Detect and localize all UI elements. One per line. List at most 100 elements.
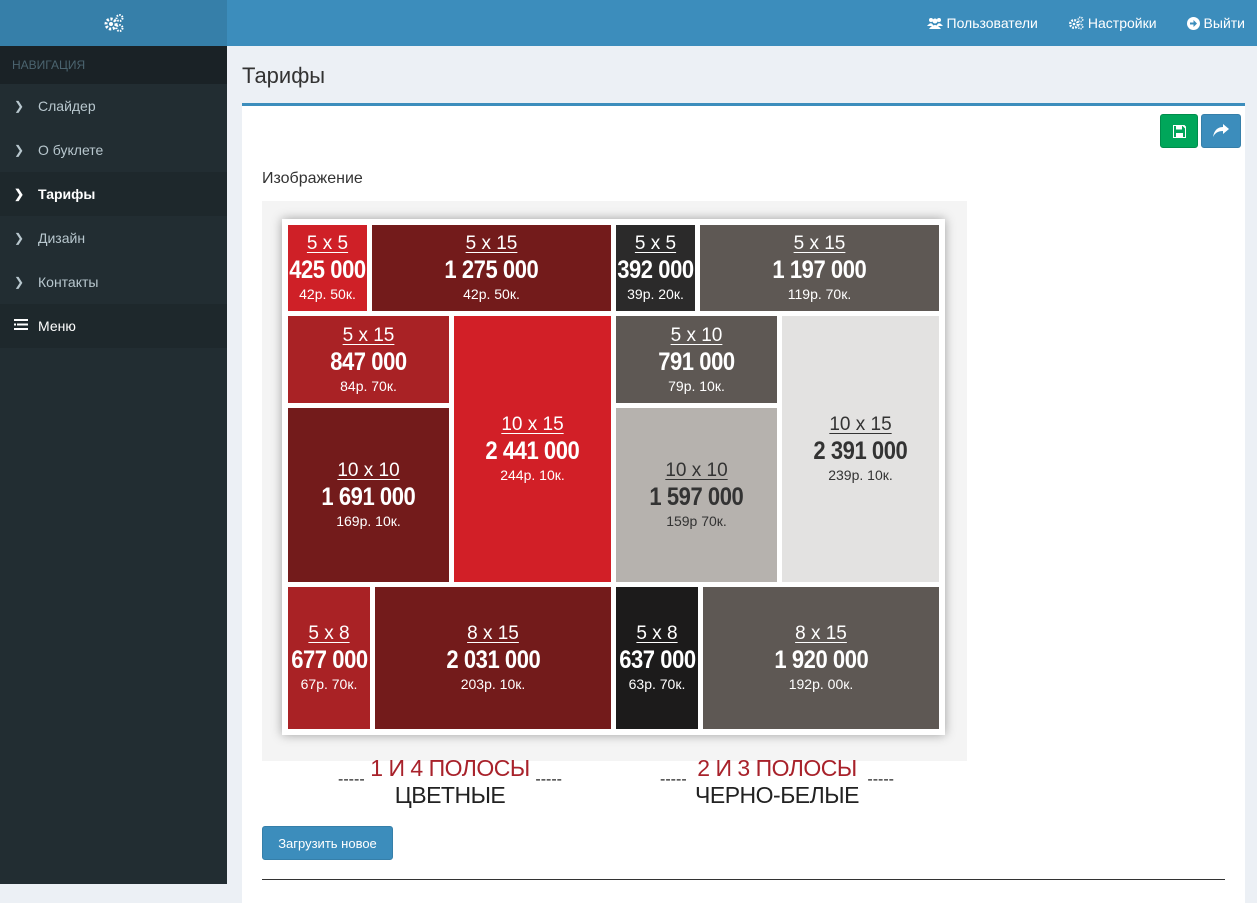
sidebar-item-label: Контакты [38, 274, 99, 290]
sidebar-item-booklet[interactable]: ❯ О буклете [0, 128, 227, 172]
tariff-tile: 5 x 8 637 000 63р. 70к. [616, 587, 698, 729]
tile-price: 1 597 000 [649, 483, 744, 511]
sidebar-item-tariffs[interactable]: ❯ Тарифы [0, 172, 227, 216]
arrow-circle-right-icon [1186, 16, 1200, 30]
tile-size: 5 x 15 [793, 233, 846, 254]
tile-unit-price: 119р. 70к. [787, 286, 852, 302]
tile-unit-price: 84р. 70к. [340, 377, 397, 394]
list-icon [14, 319, 38, 333]
caption-subtitle: ЦВЕТНЫЕ [394, 782, 506, 808]
tariff-tile: 8 x 15 2 031 000 203р. 10к. [375, 587, 611, 729]
tariff-image: 5 x 5 425 000 42р. 50к. 5 x 15 1 275 000… [262, 201, 967, 808]
tariff-tile: 8 x 15 1 920 000 192р. 00к. [703, 587, 939, 729]
tile-unit-price: 192р. 00к. [788, 676, 854, 692]
tariff-tile: 5 x 15 1 275 000 42р. 50к. [372, 225, 611, 311]
tile-price: 1 691 000 [321, 483, 416, 511]
tile-price: 2 441 000 [485, 437, 580, 465]
nav-header: НАВИГАЦИЯ [0, 46, 227, 84]
caption-title: 1 И 4 ПОЛОСЫ [370, 755, 530, 781]
sidebar-item-slider[interactable]: ❯ Слайдер [0, 84, 227, 128]
tile-price: 677 000 [290, 646, 368, 674]
share-arrow-icon [1213, 124, 1229, 137]
sidebar-item-label: Слайдер [38, 98, 96, 114]
tile-size: 5 x 10 [670, 324, 723, 346]
tariff-tile: 10 x 15 2 391 000 239р. 10к. [782, 316, 939, 582]
tile-size: 8 x 15 [795, 623, 847, 644]
tile-size: 5 x 5 [306, 233, 349, 254]
tariff-tile: 5 x 15 1 197 000 119р. 70к. [700, 225, 939, 311]
brand-logo[interactable] [0, 0, 227, 46]
tile-size: 5 x 8 [636, 623, 678, 644]
content-area: Тарифы Изображение 5 x 5 425 000 42р. 50… [227, 46, 1257, 903]
tariff-tile: 5 x 15 847 000 84р. 70к. [288, 316, 449, 403]
caption-subtitle: ЧЕРНО-БЕЛЫЕ [695, 782, 859, 808]
sidebar-item-label: Дизайн [38, 230, 86, 246]
share-button[interactable] [1201, 114, 1241, 148]
sidebar-item-label: Тарифы [38, 186, 96, 202]
tile-price: 637 000 [618, 646, 696, 674]
sidebar-item-label: О буклете [38, 142, 104, 158]
chevron-right-icon: ❯ [14, 143, 25, 157]
gears-icon [104, 14, 123, 32]
chevron-right-icon: ❯ [14, 99, 25, 113]
caption-dash: ----- [867, 771, 894, 788]
nav-settings-link[interactable]: Настройки [1068, 15, 1157, 31]
tariff-tile: 5 x 5 392 000 39р. 20к. [616, 225, 695, 311]
tile-size: 8 x 15 [467, 623, 519, 644]
nav-logout-label: Выйти [1203, 15, 1245, 31]
caption-title: 2 И 3 ПОЛОСЫ [697, 755, 857, 781]
floppy-disk-icon [1172, 124, 1186, 138]
tile-unit-price: 42р. 50к. [299, 286, 356, 302]
tile-unit-price: 42р. 50к. [463, 286, 520, 302]
tile-price: 425 000 [289, 256, 366, 284]
tile-unit-price: 159р 70к. [666, 513, 727, 529]
caption-color: ----- 1 И 4 ПОЛОСЫ ЦВЕТНЫЕ ----- [338, 755, 562, 815]
tile-size: 5 x 15 [465, 233, 518, 254]
tile-unit-price: 79р. 10к. [668, 377, 725, 394]
tile-price: 847 000 [330, 347, 407, 376]
page-title: Тарифы [242, 63, 326, 88]
chevron-right-icon: ❯ [14, 187, 25, 201]
sidebar-item-design[interactable]: ❯ Дизайн [0, 216, 227, 260]
image-field-label: Изображение [262, 170, 363, 187]
nav-settings-label: Настройки [1087, 15, 1157, 31]
tile-price: 1 197 000 [772, 256, 867, 284]
tile-size: 10 x 15 [829, 414, 892, 435]
divider [262, 879, 1225, 880]
sidebar-item-label: Меню [38, 318, 76, 334]
chevron-right-icon: ❯ [14, 275, 25, 289]
caption-bw: ----- 2 И 3 ПОЛОСЫ ЧЕРНО-БЕЛЫЕ ----- [660, 755, 894, 815]
nav-logout-link[interactable]: Выйти [1186, 15, 1245, 31]
tile-price: 2 031 000 [446, 646, 540, 674]
tile-price: 392 000 [617, 256, 694, 284]
tile-size: 5 x 5 [634, 233, 677, 254]
chevron-right-icon: ❯ [14, 231, 25, 245]
tile-size: 10 x 10 [665, 460, 728, 481]
top-navbar: Пользователи Настройки Выйти [227, 0, 1257, 46]
sidebar-item-menu[interactable]: Меню [0, 304, 227, 348]
tile-unit-price: 169р. 10к. [336, 513, 401, 529]
nav-users-link[interactable]: Пользователи [926, 15, 1038, 31]
save-button[interactable] [1160, 114, 1198, 148]
tile-unit-price: 203р. 10к. [460, 676, 526, 692]
tile-unit-price: 63р. 70к. [628, 676, 686, 692]
gears-icon [1068, 16, 1084, 30]
tile-price: 2 391 000 [813, 437, 908, 465]
caption-dash: ----- [338, 771, 365, 788]
content-box: Изображение 5 x 5 425 000 42р. 50к. 5 x … [242, 103, 1245, 903]
tariff-tile: 5 x 8 677 000 67р. 70к. [288, 587, 370, 729]
tile-size: 5 x 15 [342, 324, 395, 346]
upload-new-button[interactable]: Загрузить новое [262, 826, 393, 860]
sidebar-item-contacts[interactable]: ❯ Контакты [0, 260, 227, 304]
tariff-tile: 10 x 10 1 597 000 159р 70к. [616, 408, 777, 582]
tariff-tile: 5 x 5 425 000 42р. 50к. [288, 225, 367, 311]
tile-price: 1 920 000 [774, 646, 868, 674]
tile-unit-price: 67р. 70к. [300, 676, 358, 692]
tile-price: 1 275 000 [444, 256, 539, 284]
caption-dash: ----- [535, 771, 562, 788]
tile-price: 791 000 [658, 347, 735, 376]
tile-size: 5 x 8 [308, 623, 350, 644]
tariff-tile: 5 x 10 791 000 79р. 10к. [616, 316, 777, 403]
tariff-tile: 10 x 15 2 441 000 244р. 10к. [454, 316, 611, 582]
caption-dash: ----- [660, 771, 687, 788]
